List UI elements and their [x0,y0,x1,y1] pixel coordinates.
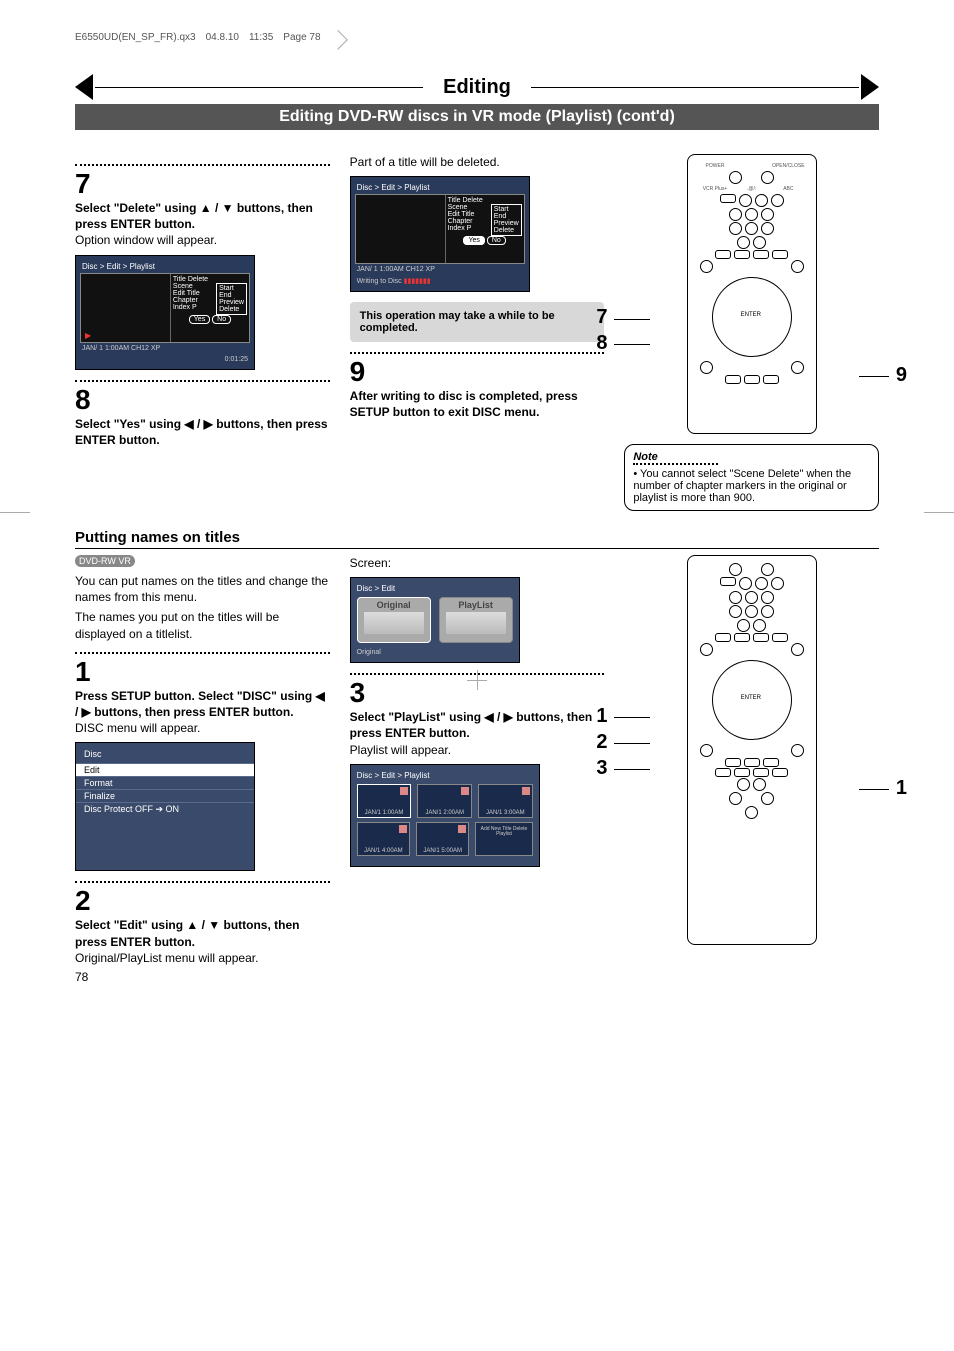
step-9-instruction: After writing to disc is completed, pres… [350,389,578,419]
step-9-number: 9 [350,358,605,386]
original-playlist-screen: Disc > Edit Original PlayList Original [350,577,520,663]
note-box: Note • You cannot select "Scene Delete" … [624,444,879,511]
section-heading: Putting names on titles [75,529,879,549]
remote-callout-8: 8 [596,332,607,355]
step-1-instruction: Press SETUP button. Select "DISC" using … [75,689,325,719]
screen-label: Screen: [350,555,605,571]
remote-callout-7: 7 [596,306,607,329]
section-p1: You can put names on the titles and chan… [75,573,330,605]
page-number: 78 [75,970,330,984]
operation-warning: This operation may take a while to be co… [350,302,605,342]
step-1-text: DISC menu will appear. [75,720,330,736]
disc-menu-screen: Disc Edit Format Finalize Disc Protect O… [75,742,255,871]
section-p2: The names you put on the titles will be … [75,609,330,641]
remote-control-bottom [687,555,817,945]
remote-callout-2: 2 [596,731,607,754]
page-title-banner: Editing [75,74,879,100]
page-title: Editing [423,76,531,99]
step-7-text: Option window will appear. [75,232,330,248]
step-2-number: 2 [75,887,330,915]
step-2-instruction: Select "Edit" using ▲ / ▼ buttons, then … [75,918,299,948]
file-header: E6550UD(EN_SP_FR).qx3 04.8.10 11:35 Page… [75,30,879,44]
remote-callout-1b: 1 [896,777,907,800]
step-7-instruction: Select "Delete" using ▲ / ▼ buttons, the… [75,201,313,231]
dvd-rw-badge: DVD-RW VR [75,555,135,567]
remote-callout-3: 3 [596,757,607,780]
step-2-text: Original/PlayList menu will appear. [75,950,330,966]
playlist-grid-screen: Disc > Edit > Playlist JAN/1 1:00AM JAN/… [350,764,540,867]
step-1-number: 1 [75,658,330,686]
remote-control-top: POWEROPEN/CLOSE VCR Plus+.@/:ABC [687,154,817,434]
step-3-text: Playlist will appear. [350,742,605,758]
page-subtitle: Editing DVD-RW discs in VR mode (Playlis… [75,104,879,130]
note-heading: Note [633,451,717,465]
step-3-instruction: Select "PlayList" using ◀ / ▶ buttons, t… [350,710,593,740]
remote-callout-1a: 1 [596,705,607,728]
note-text: • You cannot select "Scene Delete" when … [633,468,870,504]
step-8-number: 8 [75,386,330,414]
step-7-screen: Disc > Edit > Playlist ▶ Title Delete Sc… [75,255,255,370]
writing-screen: Disc > Edit > Playlist Title Delete Scen… [350,176,530,292]
remote-callout-9: 9 [896,364,907,387]
deletion-caption: Part of a title will be deleted. [350,154,605,170]
step-8-instruction: Select "Yes" using ◀ / ▶ buttons, then p… [75,417,328,447]
step-7-number: 7 [75,170,330,198]
